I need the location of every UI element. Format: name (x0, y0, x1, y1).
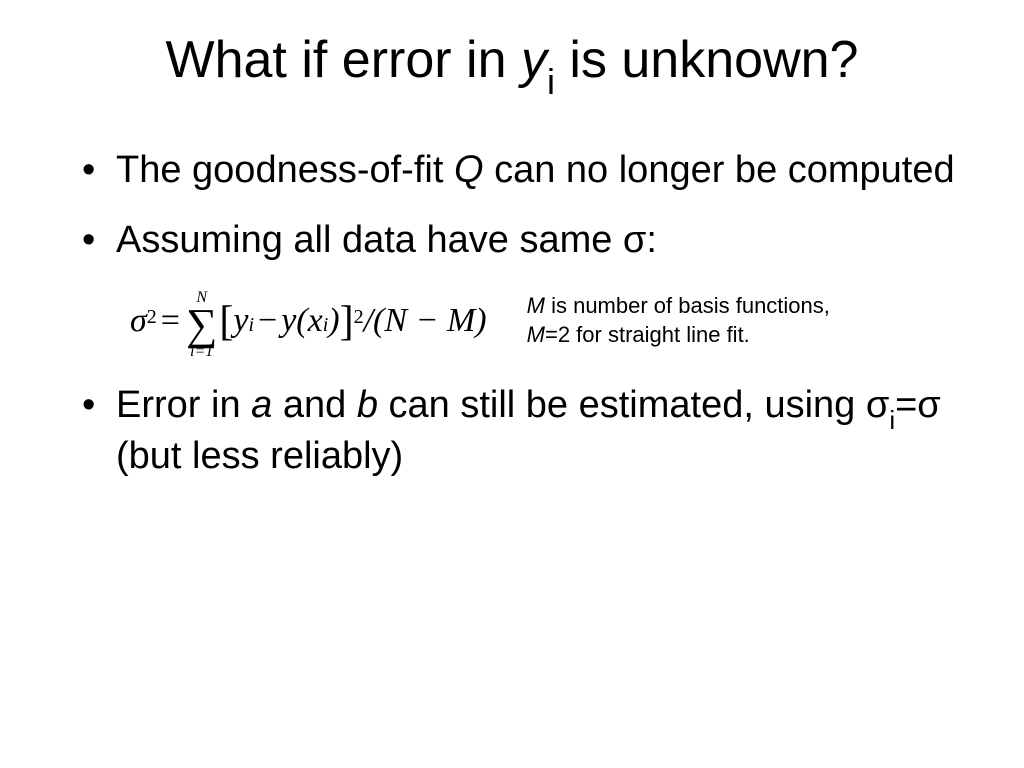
note-m1: M (527, 293, 545, 318)
right-bracket: ] (340, 306, 354, 340)
bullet-2-text: Assuming all data have same σ: (116, 219, 657, 261)
eq-sigma: σ (130, 302, 147, 340)
eq-yx-post: ) (328, 302, 339, 340)
bullet-1-suffix: can no longer be computed (484, 149, 955, 191)
title-var-y: y (521, 31, 547, 89)
bullet-3-mid1: and (272, 384, 357, 426)
bullet-1-var-q: Q (454, 149, 484, 191)
eq-yi-sub: i (248, 314, 254, 337)
slide: What if error in yi is unknown? The good… (0, 0, 1024, 542)
bullet-1-prefix: The goodness-of-fit (116, 149, 454, 191)
note-line-1: M is number of basis functions, (527, 292, 830, 321)
title-prefix: What if error in (166, 31, 521, 89)
left-bracket: [ (219, 306, 233, 340)
eq-outer-exp: 2 (354, 306, 364, 329)
sum-lower: i=1 (190, 344, 213, 360)
note-line-2: M=2 for straight line fit. (527, 321, 830, 350)
eq-tail: /(N − M) (364, 302, 487, 340)
bullet-list: The goodness-of-fit Q can no longer be c… (80, 147, 964, 264)
eq-sigma-exp: 2 (147, 306, 157, 329)
bullet-3-var-b: b (357, 384, 378, 426)
sum-sigma-icon: ∑ (186, 306, 217, 343)
note-l1-rest: is number of basis functions, (545, 293, 830, 318)
bullet-3-mid2: can still be estimated, using σ (378, 384, 889, 426)
bullet-3-sub: i (889, 405, 895, 435)
equation-note: M is number of basis functions, M=2 for … (527, 292, 830, 349)
title-suffix: is unknown? (555, 31, 859, 89)
note-m2: M (527, 322, 545, 347)
eq-yx-pre: y(x (281, 302, 323, 340)
sigma-squared-equation: σ2 = N ∑ i=1 [ yi − y(xi) ]2 /(N − M) (130, 286, 487, 355)
bullet-2: Assuming all data have same σ: (80, 217, 964, 265)
eq-equals: = (157, 302, 184, 340)
note-l2-rest: =2 for straight line fit. (545, 322, 750, 347)
bullet-1: The goodness-of-fit Q can no longer be c… (80, 147, 964, 195)
bullet-list-2: Error in a and b can still be estimated,… (80, 382, 964, 481)
summation-symbol: N ∑ i=1 (186, 290, 217, 359)
eq-yi-y: y (233, 302, 248, 340)
equation-row: σ2 = N ∑ i=1 [ yi − y(xi) ]2 /(N − M) M … (130, 286, 964, 355)
title-sub-i: i (547, 61, 555, 102)
eq-yx-sub: i (323, 314, 329, 337)
eq-minus: − (254, 302, 281, 340)
slide-title: What if error in yi is unknown? (60, 30, 964, 97)
bullet-3: Error in a and b can still be estimated,… (80, 382, 964, 481)
bullet-3-var-a: a (251, 384, 272, 426)
bullet-3-prefix: Error in (116, 384, 251, 426)
